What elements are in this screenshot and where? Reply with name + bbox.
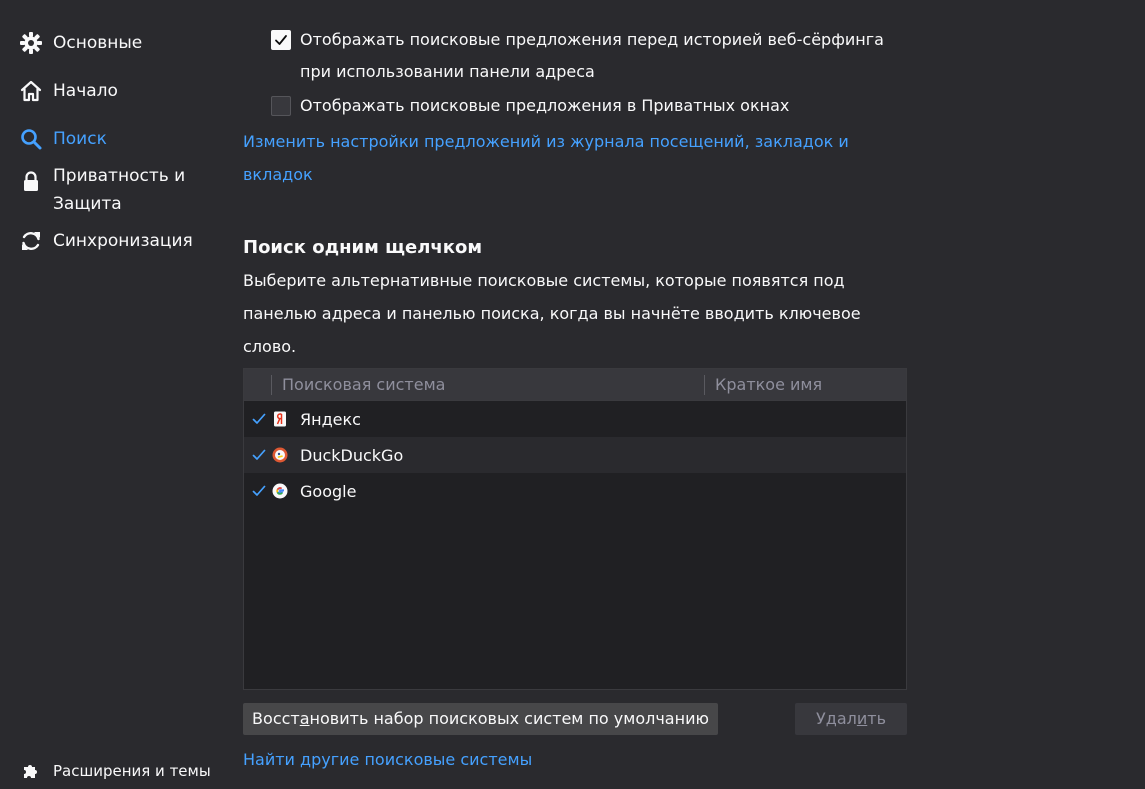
sidebar-item-extensions[interactable]: Расширения и темы xyxy=(20,758,211,784)
sidebar-item-home[interactable]: Начало xyxy=(18,77,118,105)
checkmark-icon xyxy=(252,485,266,496)
engine-enabled-checkmark[interactable] xyxy=(244,412,272,426)
sidebar-item-label: Расширения и темы xyxy=(53,762,211,780)
button-label-part: ть xyxy=(867,709,886,728)
restore-default-engines-button[interactable]: Восстановить набор поисковых систем по у… xyxy=(243,703,718,735)
sync-icon xyxy=(18,228,44,254)
table-row[interactable]: DuckDuckGo xyxy=(244,437,906,473)
engine-name: DuckDuckGo xyxy=(300,445,404,465)
search-preferences-pane: Отображать поисковые предложения перед и… xyxy=(243,0,943,789)
preferences-window: Основные Начало Поиск Приватность и Защи… xyxy=(0,0,1145,789)
suggestions-private-windows-option[interactable]: Отображать поисковые предложения в Прива… xyxy=(271,90,789,122)
yandex-icon xyxy=(272,411,288,427)
suggestions-private-windows-checkbox[interactable] xyxy=(271,96,291,116)
suggestions-before-history-option[interactable]: Отображать поисковые предложения перед и… xyxy=(271,24,884,88)
checkbox-label: при использовании панели адреса xyxy=(300,62,595,81)
sidebar-item-label-group: Приватность и Защита xyxy=(53,162,185,218)
button-label-part: новить набор поисковых систем по умолчан… xyxy=(309,709,709,728)
sidebar: Основные Начало Поиск Приватность и Защи… xyxy=(0,0,230,789)
checkbox-label: Отображать поисковые предложения в Прива… xyxy=(300,96,790,115)
list-header: Поисковая система Краткое имя xyxy=(244,369,906,401)
engine-name: Google xyxy=(300,481,357,501)
engine-column-header[interactable]: Поисковая система xyxy=(272,375,704,394)
sidebar-item-label: Поиск xyxy=(53,129,107,149)
sidebar-item-general[interactable]: Основные xyxy=(18,29,142,57)
engine-name: Яндекс xyxy=(300,409,361,429)
accesskey-letter: и xyxy=(856,709,868,728)
home-icon xyxy=(18,78,44,104)
gear-icon xyxy=(18,30,44,56)
puzzle-icon xyxy=(20,760,42,782)
sidebar-item-label: Приватность и xyxy=(53,166,186,186)
button-label-part: Удал xyxy=(816,709,857,728)
sidebar-item-label: Основные xyxy=(53,33,143,53)
check-column-header[interactable] xyxy=(244,369,271,401)
suggestions-before-history-checkbox[interactable] xyxy=(271,30,291,50)
one-click-search-description: Выберите альтернативные поисковые систем… xyxy=(243,271,861,356)
sidebar-item-privacy[interactable]: Приватность и Защита xyxy=(18,162,185,218)
one-click-search-title: Поиск одним щелчком xyxy=(243,237,483,258)
button-label-part: Восст xyxy=(252,709,300,728)
table-row[interactable]: Google xyxy=(244,473,906,509)
checkmark-icon xyxy=(252,413,266,424)
accesskey-letter: а xyxy=(299,709,310,728)
sidebar-item-search[interactable]: Поиск xyxy=(18,125,107,153)
engine-enabled-checkmark[interactable] xyxy=(244,484,272,498)
find-more-engines-link[interactable]: Найти другие поисковые системы xyxy=(243,745,532,775)
checkbox-label-group: Отображать поисковые предложения перед и… xyxy=(300,24,884,88)
sidebar-item-label: Начало xyxy=(53,81,118,101)
keyword-column-header[interactable]: Краткое имя xyxy=(705,375,822,394)
lock-icon xyxy=(18,168,44,194)
table-row[interactable]: Яндекс xyxy=(244,401,906,437)
sidebar-item-sync[interactable]: Синхронизация xyxy=(18,227,193,255)
checkmark-icon xyxy=(252,449,266,460)
checkbox-label: Отображать поисковые предложения перед и… xyxy=(300,30,884,49)
search-icon xyxy=(18,126,44,152)
sidebar-item-label: Синхронизация xyxy=(53,231,193,251)
search-engines-list[interactable]: Поисковая система Краткое имя Яндекс Duc… xyxy=(243,368,907,690)
sidebar-item-label: Защита xyxy=(53,194,122,214)
engine-enabled-checkmark[interactable] xyxy=(244,448,272,462)
google-icon xyxy=(272,483,288,499)
duckduckgo-icon xyxy=(272,447,288,463)
remove-engine-button[interactable]: Удалить xyxy=(795,703,907,735)
change-suggestion-settings-link[interactable]: Изменить настройки предложений из журнал… xyxy=(243,125,863,191)
checkmark-icon xyxy=(275,35,287,45)
